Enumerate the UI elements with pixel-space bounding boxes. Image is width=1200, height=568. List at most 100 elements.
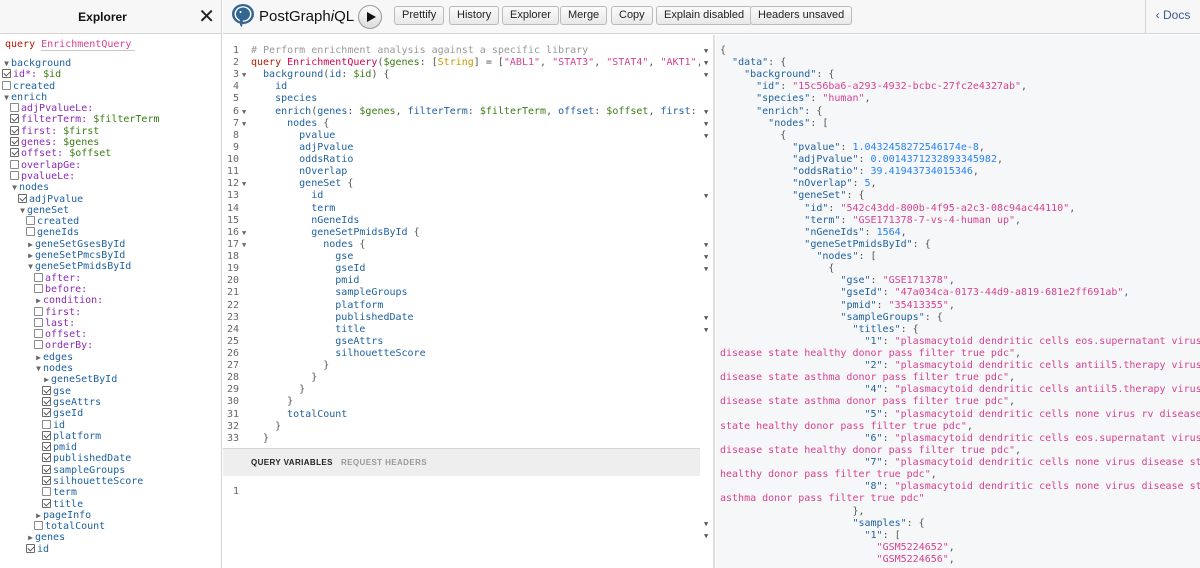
checkbox[interactable]: [42, 396, 51, 406]
caret-right-icon[interactable]: ▶: [34, 295, 43, 306]
fold-caret-icon[interactable]: ▼: [242, 229, 246, 237]
checkbox[interactable]: [34, 272, 43, 282]
caret-right-icon[interactable]: ▶: [42, 374, 51, 385]
checkbox[interactable]: [42, 498, 51, 508]
explorer-tree-item[interactable]: term: [0, 487, 221, 498]
explorer-tree-item[interactable]: ▼ nodes: [0, 363, 221, 374]
explorer-tree-item[interactable]: pvalueLe:: [0, 170, 221, 182]
explorer-tree-item[interactable]: genes: $genes: [0, 137, 221, 148]
explorer-tree-item[interactable]: created: [0, 80, 221, 92]
checkbox[interactable]: [34, 283, 43, 293]
fold-caret-icon[interactable]: ▼: [704, 192, 708, 200]
variables-editor[interactable]: 1: [223, 477, 713, 568]
caret-down-icon[interactable]: ▼: [18, 205, 27, 216]
fold-caret-icon[interactable]: ▼: [242, 120, 246, 128]
pane-divider[interactable]: [713, 35, 715, 568]
checkbox[interactable]: [2, 69, 11, 79]
checkbox[interactable]: [42, 419, 51, 429]
explorer-tree-item[interactable]: adjPvalue: [0, 193, 221, 205]
caret-right-icon[interactable]: ▶: [26, 239, 35, 250]
explorer-tree-item[interactable]: id*: $id: [0, 69, 221, 80]
query-name-input[interactable]: EnrichmentQuery: [41, 39, 136, 51]
merge-button[interactable]: Merge: [560, 6, 608, 25]
explorer-tree-item[interactable]: offset:: [0, 329, 221, 340]
explorer-tree-item[interactable]: pmid: [0, 442, 221, 453]
explorer-tree-item[interactable]: orderBy:: [0, 340, 221, 351]
explorer-arg-value[interactable]: $first: [63, 126, 99, 137]
fold-caret-icon[interactable]: ▼: [704, 241, 708, 249]
tab-query-variables[interactable]: QUERY VARIABLES: [251, 458, 333, 467]
fold-caret-icon[interactable]: ▼: [704, 314, 708, 322]
checkbox[interactable]: [42, 453, 51, 463]
explorer-tree-item[interactable]: ▼ nodes: [0, 182, 221, 193]
close-icon[interactable]: ✕: [198, 4, 215, 28]
checkbox[interactable]: [42, 430, 51, 440]
explorer-tree-item[interactable]: id: [0, 543, 221, 555]
explorer-tree-item[interactable]: ▶ condition:: [0, 295, 221, 306]
fold-caret-icon[interactable]: ▼: [704, 71, 708, 79]
explorer-tree-item[interactable]: before:: [0, 283, 221, 295]
explorer-tree-item[interactable]: title: [0, 498, 221, 510]
caret-right-icon[interactable]: ▶: [34, 510, 43, 521]
explorer-tree-item[interactable]: id: [0, 419, 221, 431]
explorer-tree-item[interactable]: ▶ geneSetById: [0, 374, 221, 385]
checkbox[interactable]: [18, 193, 27, 203]
query-editor[interactable]: 1 # Perform enrichment analysis against a…: [223, 35, 713, 447]
explorer-tree-item[interactable]: gse: [0, 385, 221, 397]
fold-caret-icon[interactable]: ▼: [242, 180, 246, 188]
explorer-tree-item[interactable]: geneIds: [0, 227, 221, 238]
checkbox[interactable]: [42, 464, 51, 474]
fold-caret-icon[interactable]: ▼: [704, 532, 708, 540]
checkbox[interactable]: [34, 521, 43, 531]
fold-caret-icon[interactable]: ▼: [704, 132, 708, 140]
explorer-tree-item[interactable]: ▶ pageInfo: [0, 510, 221, 521]
explorer-tree-item[interactable]: after:: [0, 272, 221, 284]
fold-caret-icon[interactable]: ▼: [704, 108, 708, 116]
caret-down-icon[interactable]: ▼: [10, 182, 19, 193]
explorer-arg-value[interactable]: $filterTerm: [93, 114, 159, 125]
explorer-button[interactable]: Explorer: [502, 6, 559, 25]
explorer-tree-item[interactable]: ▶ edges: [0, 352, 221, 363]
fold-caret-icon[interactable]: ▼: [704, 520, 708, 528]
checkbox[interactable]: [34, 317, 43, 327]
fold-caret-icon[interactable]: ▼: [242, 71, 246, 79]
checkbox[interactable]: [2, 80, 11, 90]
checkbox[interactable]: [10, 125, 19, 135]
history-button[interactable]: History: [449, 6, 500, 25]
fold-caret-icon[interactable]: ▼: [704, 253, 708, 261]
headers-button[interactable]: Headers unsaved: [750, 6, 853, 25]
explorer-tree-item[interactable]: silhouetteScore: [0, 475, 221, 487]
explorer-tree-item[interactable]: last:: [0, 317, 221, 329]
explorer-tree-item[interactable]: created: [0, 216, 221, 227]
explorer-tree-item[interactable]: gseAttrs: [0, 396, 221, 408]
prettify-button[interactable]: Prettify: [394, 6, 445, 25]
explorer-tree-item[interactable]: publishedDate: [0, 453, 221, 464]
explorer-tree-item[interactable]: platform: [0, 430, 221, 442]
explorer-arg-value[interactable]: $genes: [63, 137, 99, 148]
explorer-tree-item[interactable]: totalCount: [0, 521, 221, 532]
fold-caret-icon[interactable]: ▼: [704, 59, 708, 67]
fold-caret-icon[interactable]: ▼: [242, 241, 246, 249]
checkbox[interactable]: [26, 227, 35, 237]
tab-request-headers[interactable]: REQUEST HEADERS: [341, 458, 427, 467]
fold-caret-icon[interactable]: ▼: [704, 265, 708, 273]
explorer-tree-item[interactable]: ▼ enrich: [0, 92, 221, 103]
checkbox[interactable]: [34, 340, 43, 350]
explorer-tree-item[interactable]: ▼ background: [0, 58, 221, 69]
checkbox[interactable]: [42, 442, 51, 452]
explorer-tree-item[interactable]: gseId: [0, 408, 221, 419]
caret-right-icon[interactable]: ▶: [34, 352, 43, 363]
caret-down-icon[interactable]: ▼: [2, 92, 11, 103]
checkbox[interactable]: [10, 137, 19, 147]
checkbox[interactable]: [10, 159, 19, 169]
checkbox[interactable]: [10, 170, 19, 180]
explorer-tree-item[interactable]: ▶ genes: [0, 532, 221, 543]
checkbox[interactable]: [42, 487, 51, 497]
fold-caret-icon[interactable]: ▼: [242, 108, 246, 116]
explorer-tree-item[interactable]: adjPvalueLe:: [0, 103, 221, 114]
checkbox[interactable]: [42, 385, 51, 395]
checkbox[interactable]: [42, 408, 51, 418]
explorer-tree-item[interactable]: ▶ geneSetGsesById: [0, 239, 221, 250]
caret-down-icon[interactable]: ▼: [2, 58, 11, 69]
checkbox[interactable]: [10, 114, 19, 124]
